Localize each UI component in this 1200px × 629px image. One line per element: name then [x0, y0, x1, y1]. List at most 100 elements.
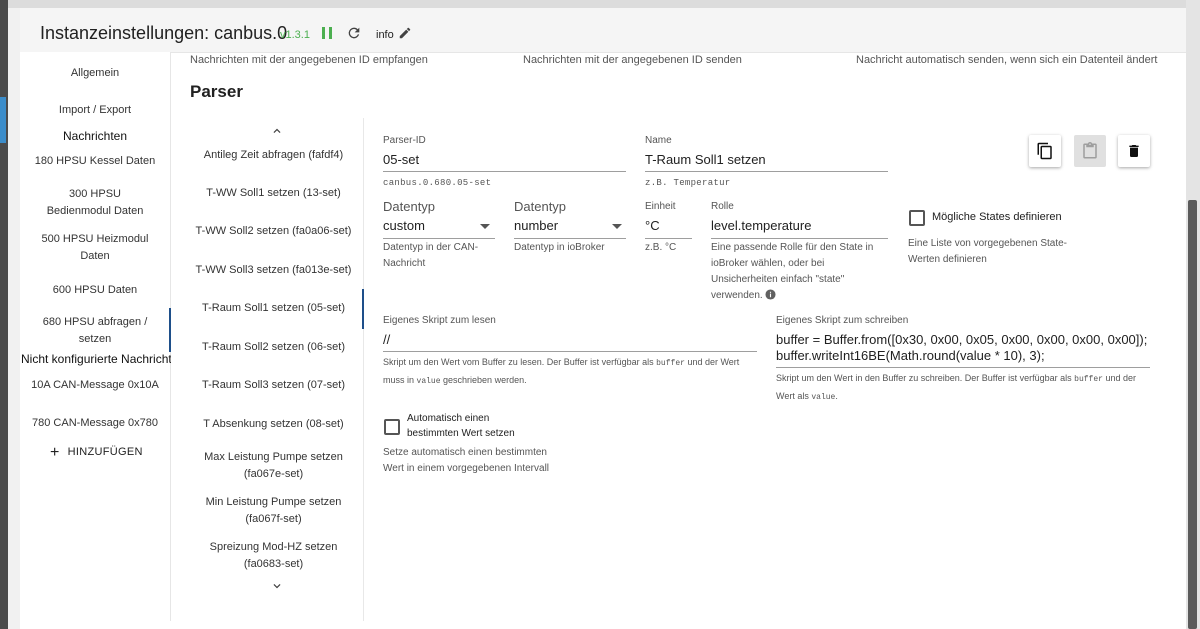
add-message-button[interactable]: + HINZUFÜGEN [50, 444, 143, 462]
parser-item[interactable]: T-WW Soll3 setzen (fa013e-set) [186, 262, 361, 279]
nav-message-180[interactable]: 180 HPSU Kessel Daten [20, 153, 170, 170]
read-script-label: Eigenes Skript zum lesen [383, 315, 496, 326]
read-script-input[interactable]: // [383, 332, 390, 347]
parser-item[interactable]: Max Leistung Pumpe setzen (fa067e-set) [186, 449, 361, 483]
parser-item-selected[interactable]: T-Raum Soll1 setzen (05-set) [186, 300, 361, 317]
auto-send-hint: Nachricht automatisch senden, wenn sich … [856, 54, 1158, 66]
write-script-line-2[interactable]: buffer.writeInt16BE(Math.round(value * 1… [776, 348, 1045, 363]
auto-value-helper: Setze automatisch einen bestimmten Wert … [383, 447, 550, 474]
read-script-underline [383, 351, 757, 352]
dropdown-arrow-icon[interactable] [612, 224, 622, 230]
parser-item[interactable]: Min Leistung Pumpe setzen (fa067f-set) [186, 494, 361, 528]
top-strip [8, 0, 1200, 8]
role-underline [711, 238, 888, 239]
nav-message-500[interactable]: 500 HPSU Heizmodul Daten [20, 231, 170, 265]
scrollbar-thumb[interactable] [1188, 200, 1197, 629]
write-helper-code-buffer: buffer [1074, 375, 1103, 384]
parser-id-label: Parser-ID [383, 135, 426, 146]
name-label: Name [645, 135, 672, 146]
send-hint: Nachrichten mit der angegebenen ID sende… [523, 54, 742, 66]
states-helper: Eine Liste von vorgegebenen State-Werten… [908, 238, 1067, 265]
unit-label: Einheit [645, 201, 676, 212]
window-edge [0, 0, 8, 629]
datatype-label: Datentyp [383, 199, 436, 214]
parser-item[interactable]: Spreizung Mod-HZ setzen (fa0683-set) [186, 539, 361, 573]
nav-message-600[interactable]: 600 HPSU Daten [20, 282, 170, 299]
nav-item-general[interactable]: Allgemein [20, 65, 170, 82]
parser-item[interactable]: Antileg Zeit abfragen (fafdf4) [186, 147, 361, 164]
paste-button[interactable] [1074, 135, 1106, 167]
info-icon[interactable] [765, 289, 776, 300]
write-helper-text: Skript um den Wert in den Buffer zu schr… [776, 373, 1075, 383]
parser-item[interactable]: T Absenkung setzen (08-set) [186, 416, 361, 433]
unit-input[interactable]: °C [645, 218, 660, 233]
parser-item[interactable]: T-WW Soll1 setzen (13-set) [186, 185, 361, 202]
nav-item-import-export[interactable]: Import / Export [20, 102, 170, 119]
write-helper-code-value: value [811, 393, 836, 402]
role-input[interactable]: level.temperature [711, 218, 811, 233]
parser-selection-indicator [362, 289, 364, 329]
plus-icon: + [50, 444, 60, 461]
pause-icon[interactable] [321, 26, 333, 45]
copy-icon [1037, 142, 1052, 160]
datatype-iobroker-select[interactable]: number [514, 218, 558, 233]
role-helper-text: Eine passende Rolle für den State in ioB… [711, 242, 874, 301]
parser-item[interactable]: T-Raum Soll3 setzen (07-set) [186, 377, 361, 394]
states-label: Mögliche States definieren [932, 211, 1062, 223]
role-label: Rolle [711, 201, 734, 212]
parser-id-underline [383, 171, 626, 172]
unit-helper: z.B. °C [645, 242, 677, 253]
copy-button[interactable] [1029, 135, 1061, 167]
chevron-down-icon[interactable] [270, 579, 284, 593]
datatype-helper: Datentyp in der CAN-Nachricht [383, 242, 479, 269]
parser-id-helper: canbus.0.680.05-set [383, 178, 492, 188]
auto-value-checkbox[interactable] [384, 419, 400, 435]
reload-icon[interactable] [346, 25, 362, 46]
nav-section-messages: Nachrichten [62, 129, 128, 143]
pencil-icon[interactable] [398, 26, 412, 45]
version-label: v1.3.1 [280, 29, 310, 41]
delete-button[interactable] [1118, 135, 1150, 167]
write-script-line-1[interactable]: buffer = Buffer.from([0x30, 0x00, 0x05, … [776, 332, 1147, 347]
nav-message-300[interactable]: 300 HPSU Bedienmodul Daten [20, 186, 170, 220]
name-underline [645, 171, 888, 172]
name-helper: z.B. Temperatur [645, 178, 731, 188]
parser-heading: Parser [190, 82, 243, 101]
write-script-underline [776, 367, 1150, 368]
nav-unconfigured-10a[interactable]: 10A CAN-Message 0x10A [20, 377, 170, 394]
read-script-helper: Skript um den Wert vom Buffer zu lesen. … [383, 354, 757, 390]
read-helper-text: geschrieben werden. [440, 375, 527, 385]
write-script-helper: Skript um den Wert in den Buffer zu schr… [776, 370, 1150, 406]
datatype-iobroker-underline [514, 238, 626, 239]
nav-section-unconfigured: Nicht konfigurierte Nachrichten [21, 352, 171, 366]
role-helper: Eine passende Rolle für den State in ioB… [711, 240, 888, 304]
read-helper-code-buffer: buffer [656, 359, 685, 368]
trash-icon [1129, 145, 1139, 157]
datatype-underline [383, 238, 495, 239]
read-helper-text: Skript um den Wert vom Buffer zu lesen. … [383, 357, 657, 367]
info-label: info [376, 29, 394, 41]
parser-item[interactable]: T-WW Soll2 setzen (fa0a06-set) [186, 223, 361, 240]
datatype-iobroker-helper: Datentyp in ioBroker [514, 242, 605, 253]
nav-selection-indicator [169, 308, 171, 352]
unit-underline [645, 238, 692, 239]
states-checkbox[interactable] [909, 210, 925, 226]
write-script-label: Eigenes Skript zum schreiben [776, 315, 909, 326]
nav-unconfigured-780[interactable]: 780 CAN-Message 0x780 [20, 415, 170, 432]
receive-hint: Nachrichten mit der angegebenen ID empfa… [190, 54, 428, 66]
dropdown-arrow-icon[interactable] [480, 224, 490, 230]
add-label: HINZUFÜGEN [67, 446, 143, 458]
parser-id-input[interactable]: 05-set [383, 152, 419, 167]
name-input[interactable]: T-Raum Soll1 setzen [645, 152, 766, 167]
nav-message-680[interactable]: 680 HPSU abfragen / setzen [20, 314, 170, 348]
auto-value-label: Automatisch einen bestimmten Wert setzen [407, 413, 515, 439]
datatype-select[interactable]: custom [383, 218, 425, 233]
parser-item[interactable]: T-Raum Soll2 setzen (06-set) [186, 339, 361, 356]
chevron-up-icon[interactable] [270, 124, 284, 138]
datatype-iobroker-label: Datentyp [514, 199, 567, 214]
page-title: Instanzeinstellungen: canbus.0 [40, 23, 288, 43]
write-helper-text: . [835, 391, 838, 401]
side-accent [0, 97, 6, 143]
read-helper-code-value: value [416, 377, 441, 386]
paste-icon [1083, 142, 1097, 159]
